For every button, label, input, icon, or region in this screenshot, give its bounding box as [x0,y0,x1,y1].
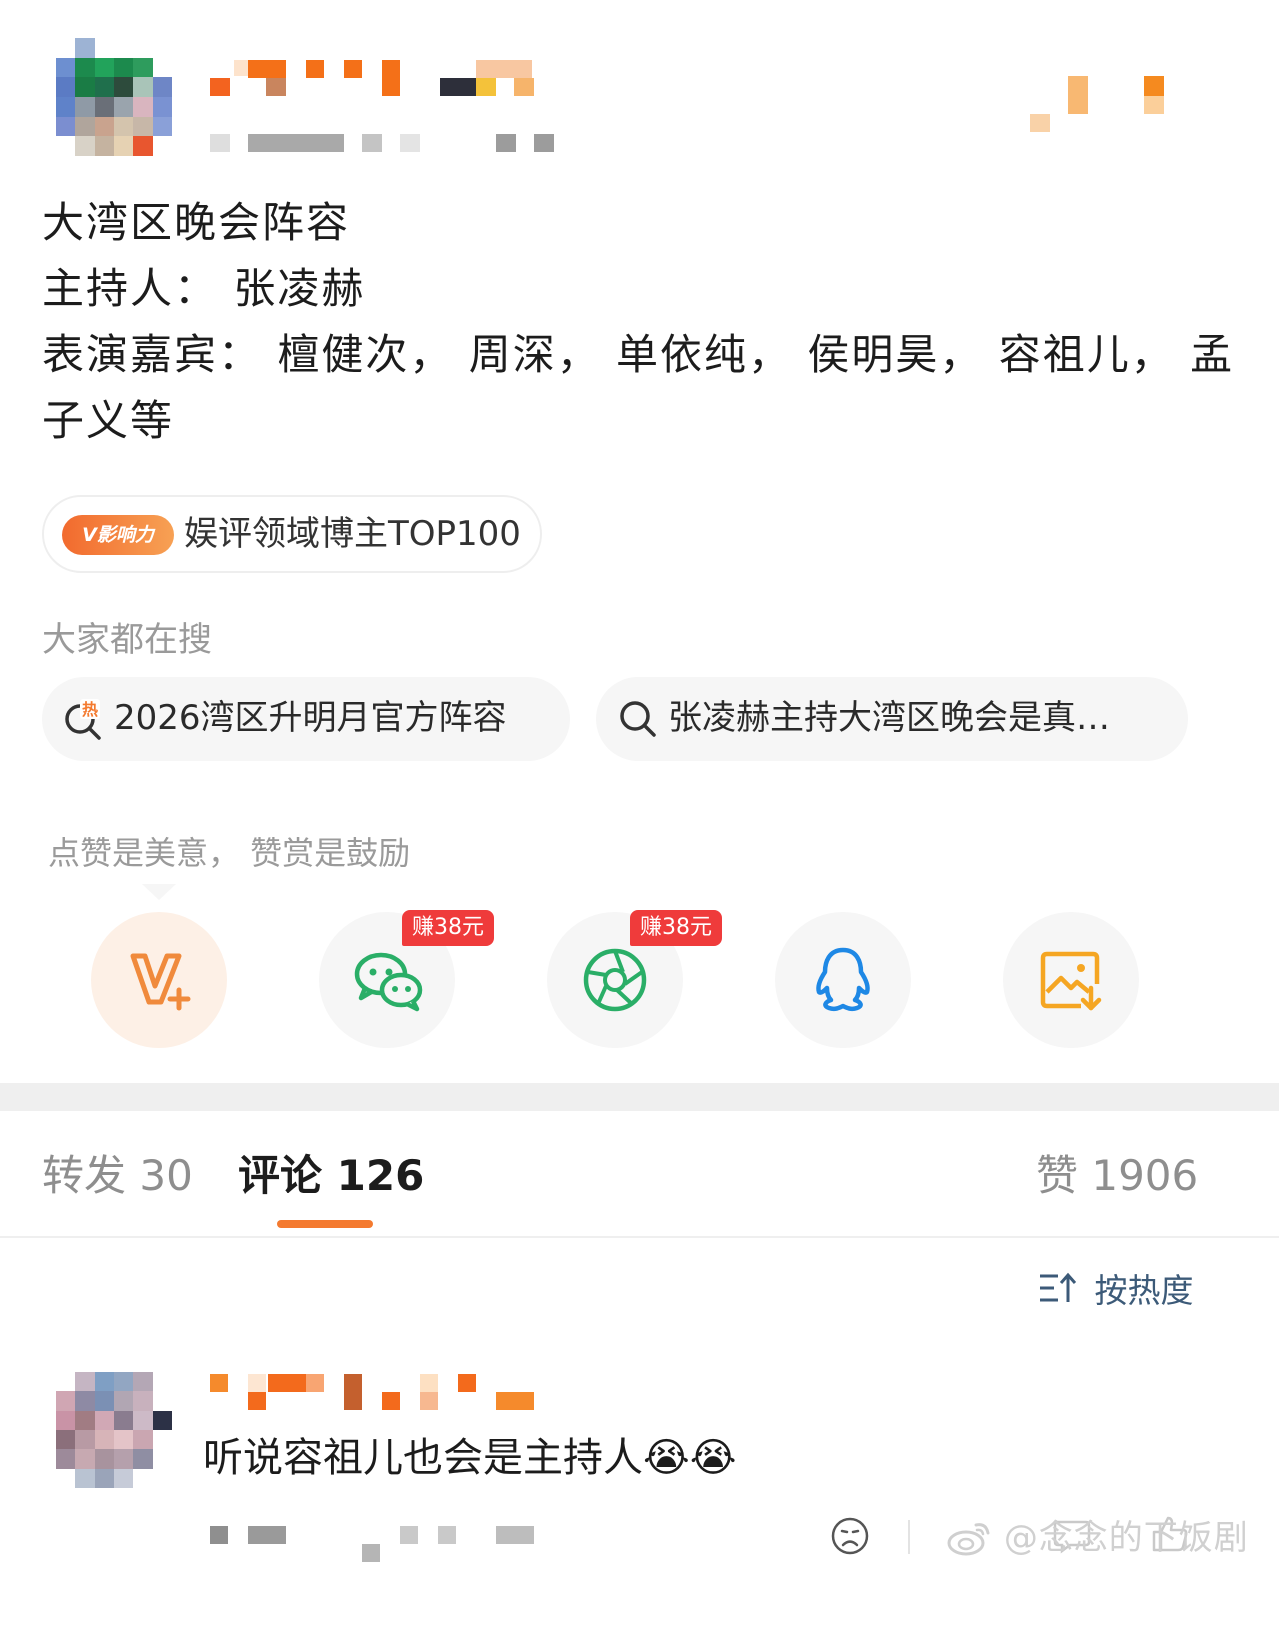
save-image-button[interactable] [1003,912,1139,1048]
save-image-icon [1040,951,1102,1011]
post-line: 子义等 [42,396,175,445]
action-separator [908,1520,910,1554]
share-qq-button[interactable] [775,912,911,1048]
qq-icon [816,947,870,1012]
svg-text:热: 热 [82,700,98,719]
v-influence-tag: V影响力 [62,515,174,555]
hot-search-icon: 热 [65,699,101,740]
tab-comment[interactable]: 评论 126 [238,1148,424,1204]
comment-text: 听说容祖儿也会是主持人😭😭 [203,1430,737,1486]
follow-button[interactable] [1030,74,1210,134]
post-line: 主持人： 张凌赫 [42,264,366,313]
commenter-avatar[interactable] [56,1372,172,1488]
earn-badge: 赚38元 [630,910,722,946]
sort-button[interactable]: 按热度 [1038,1264,1194,1312]
sort-label: 按热度 [1094,1271,1194,1310]
trending-search-item[interactable]: 热 2026湾区升明月官方阵容 [42,677,570,761]
section-divider [0,1083,1279,1111]
watermark: @念念的下饭剧 [946,1510,1249,1559]
weibo-logo-icon [947,1523,990,1556]
reward-label: 点赞是美意， 赞赏是鼓励 [48,834,411,872]
author-avatar[interactable] [56,38,172,156]
trending-search-text: 2026湾区升明月官方阵容 [114,698,507,738]
trending-search-label: 大家都在搜 [42,620,212,660]
post-line: 大湾区晚会阵容 [42,198,351,247]
v-plus-icon [130,953,191,1011]
post-line: 表演嘉宾： 檀健次， 周深， 单依纯， 侯明昊， 容祖儿， 孟 [42,330,1235,379]
tip-button[interactable] [91,912,227,1048]
post-content: 大湾区晚会阵容 主持人： 张凌赫 表演嘉宾： 檀健次， 周深， 单依纯， 侯明昊… [42,190,1232,454]
wechat-icon [354,952,423,1012]
tab-like[interactable]: 赞 1906 [1036,1148,1198,1204]
author-name[interactable] [210,56,540,98]
moments-icon [583,948,647,1012]
comment-meta [210,1526,540,1566]
crying-emoji-icon: 😭 [689,1435,737,1481]
crying-emoji-icon: 😭 [643,1435,690,1481]
watermark-text: @念念的下饭剧 [1003,1518,1249,1558]
trending-search-item[interactable]: 张凌赫主持大湾区晚会是真… [596,677,1188,761]
badge-text: 娱评领域博主TOP100 [184,514,521,554]
post-meta [210,134,560,154]
sort-icon [1040,1272,1077,1302]
search-icon [620,701,656,737]
comment-body: 听说容祖儿也会是主持人 [203,1435,643,1481]
influence-badge[interactable]: V影响力 娱评领域博主TOP100 [42,495,542,573]
tab-repost[interactable]: 转发 30 [42,1148,193,1204]
active-tab-indicator [277,1220,373,1228]
earn-badge: 赚38元 [402,910,494,946]
dislike-face-icon[interactable] [830,1516,870,1556]
pointer-caret-icon [142,884,176,900]
tabs-divider [0,1236,1279,1238]
commenter-name[interactable] [210,1372,540,1412]
trending-search-text: 张凌赫主持大湾区晚会是真… [668,698,1110,738]
